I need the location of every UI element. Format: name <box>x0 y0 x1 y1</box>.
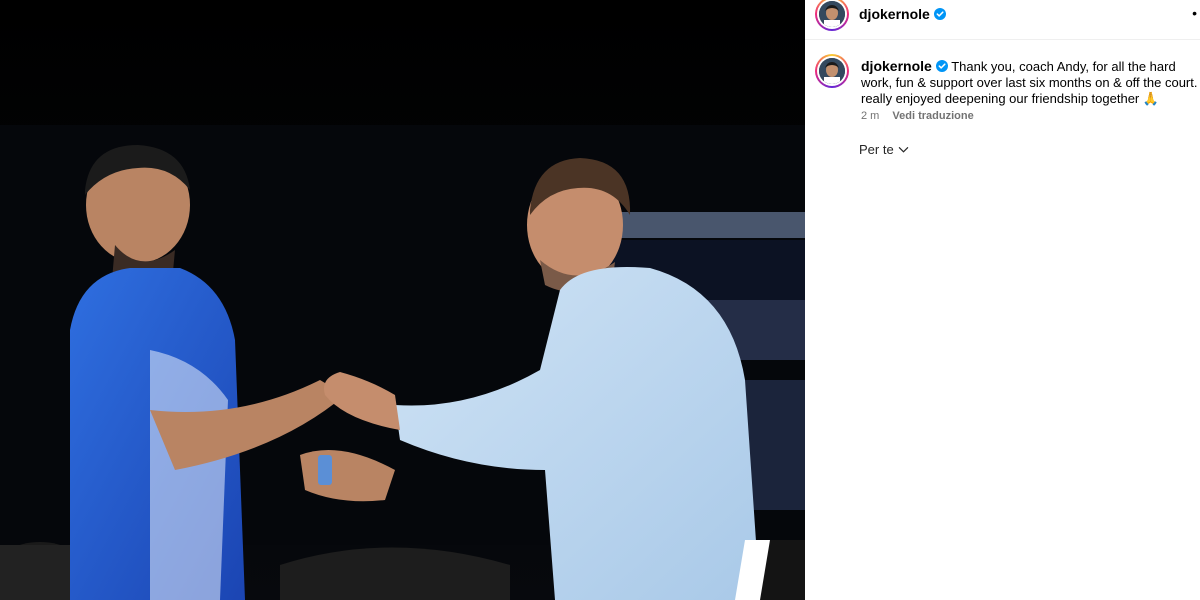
chevron-down-icon <box>898 147 908 153</box>
comment-meta: 2 m Vedi traduzione <box>861 110 984 122</box>
more-dots-icon[interactable]: • <box>1192 5 1198 21</box>
post-author: djokernole <box>859 6 946 22</box>
avatar-image <box>819 1 845 27</box>
verified-badge-icon <box>935 60 948 72</box>
comment-username[interactable]: djokernole <box>861 58 932 74</box>
post-photo[interactable] <box>0 0 805 600</box>
comment-avatar[interactable] <box>815 54 849 88</box>
photo-illustration <box>0 0 805 600</box>
post-side-panel: djokernole • djokernole Thank you, coach… <box>805 0 1200 600</box>
comment-sort-dropdown[interactable]: Per te <box>859 142 909 157</box>
avatar-image <box>819 58 845 84</box>
avatar[interactable] <box>815 0 849 31</box>
username[interactable]: djokernole <box>859 6 930 22</box>
comment-time[interactable]: 2 m <box>861 110 879 122</box>
comment-sort-label: Per te <box>859 142 894 157</box>
post-header: djokernole • <box>805 0 1200 40</box>
comment-body: djokernole Thank you, coach Andy, for al… <box>861 58 1200 107</box>
see-translation-button[interactable]: Vedi traduzione <box>892 110 973 122</box>
verified-badge-icon <box>933 8 946 20</box>
